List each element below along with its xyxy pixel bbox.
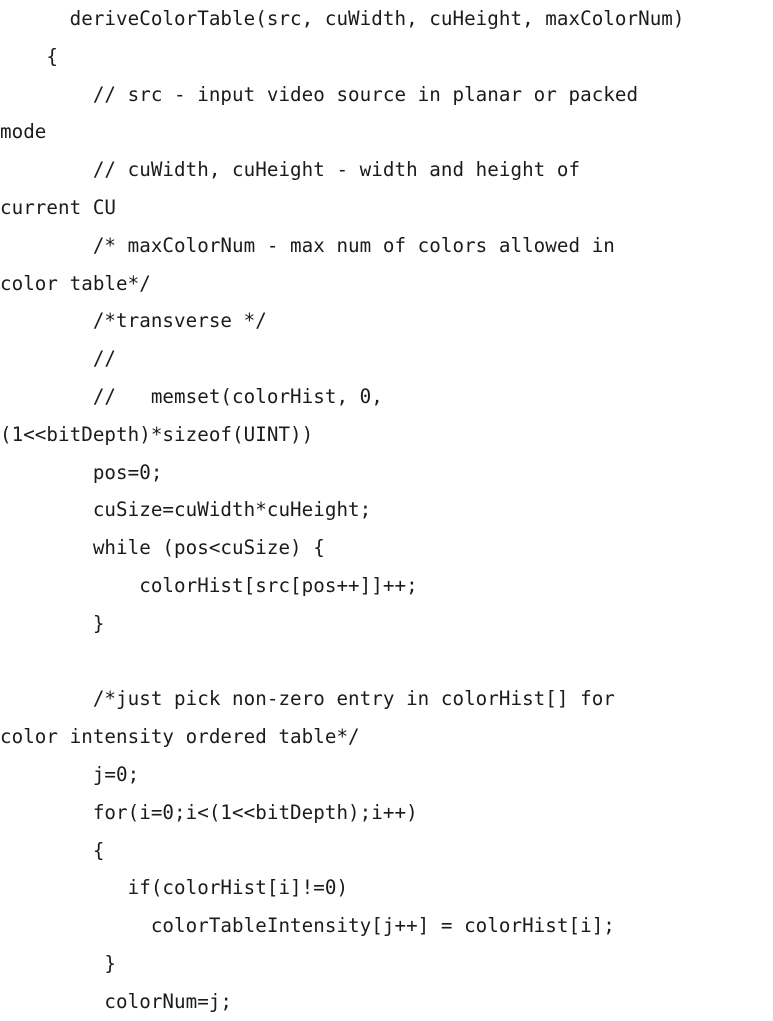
code-line: colorHist[src[pos++]]++; (0, 573, 418, 597)
code-line: /* maxColorNum - max num of colors allow… (0, 233, 615, 257)
code-line: colorTableIntensity[j++] = colorHist[i]; (0, 914, 615, 938)
code-line: { (0, 44, 59, 68)
code-line: // (0, 347, 117, 371)
code-line: deriveColorTable(src, cuWidth, cuHeight,… (0, 7, 685, 30)
code-line: colorNum=j; (0, 989, 233, 1013)
code-line: if(colorHist[i]!=0) (0, 876, 349, 900)
code-line: } (0, 951, 117, 975)
code-line: // memset(colorHist, 0, (0, 384, 383, 408)
code-line: color table*/ (0, 271, 151, 295)
code-line: // src - input video source in planar or… (0, 82, 639, 106)
code-line: pos=0; (0, 460, 163, 484)
code-line: /*just pick non-zero entry in colorHist[… (0, 687, 615, 711)
code-line: while (pos<cuSize) { (0, 536, 325, 560)
code-line: // cuWidth, cuHeight - width and height … (0, 158, 581, 182)
code-line: } (0, 611, 105, 635)
code-line: for(i=0;i<(1<<bitDepth);i++) (0, 800, 418, 824)
code-line: j=0; (0, 762, 140, 786)
code-line: current CU (0, 195, 117, 219)
code-line: mode (0, 120, 47, 144)
code-line: { (0, 838, 105, 862)
document-page: deriveColorTable(src, cuWidth, cuHeight,… (0, 0, 773, 1013)
code-line: cuSize=cuWidth*cuHeight; (0, 498, 372, 522)
code-line: color intensity ordered table*/ (0, 725, 360, 749)
code-line: /*transverse */ (0, 309, 267, 333)
code-line: (1<<bitDepth)*sizeof(UINT)) (0, 422, 314, 446)
code-listing: deriveColorTable(src, cuWidth, cuHeight,… (0, 0, 773, 1021)
